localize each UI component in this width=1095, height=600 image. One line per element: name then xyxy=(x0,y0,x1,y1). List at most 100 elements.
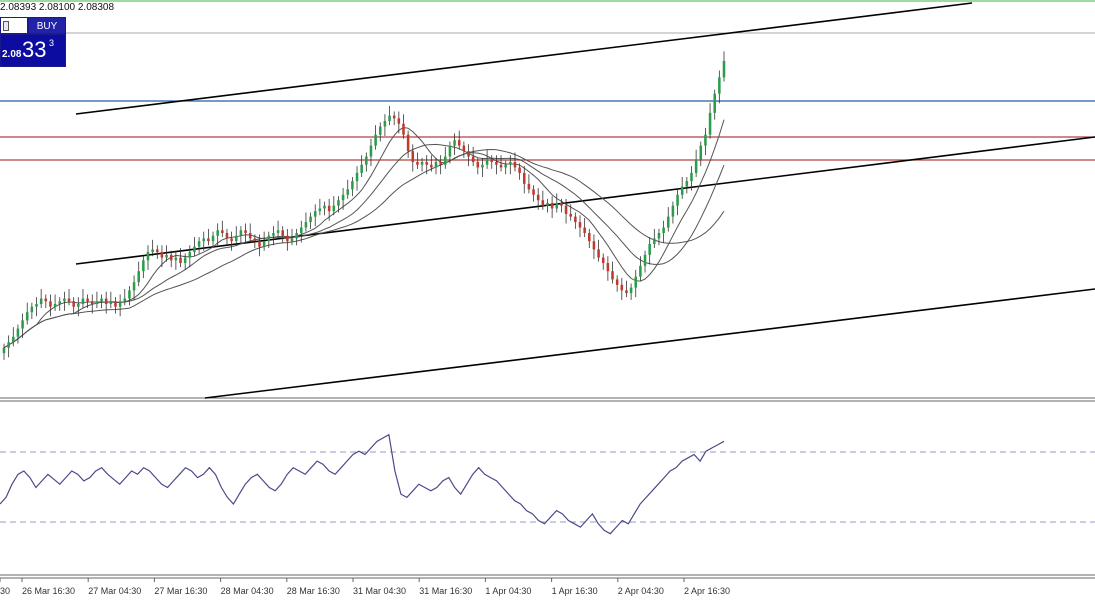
candle-body-bear xyxy=(402,123,405,135)
candle-body-bull xyxy=(680,186,684,195)
candle xyxy=(72,297,75,314)
lot-toggle-icon[interactable] xyxy=(3,21,9,31)
candle xyxy=(281,226,284,243)
candle-body-bull xyxy=(2,347,6,354)
candle-body-bull xyxy=(267,235,271,242)
candle xyxy=(7,335,10,358)
candle-body-bull xyxy=(504,164,507,168)
candle xyxy=(606,256,610,281)
candle xyxy=(467,144,470,167)
candle-body-bull xyxy=(174,257,178,261)
x-tick-label: 27 Mar 04:30 xyxy=(88,586,141,596)
candle xyxy=(16,324,20,344)
candle-body-bull xyxy=(216,230,219,236)
candle xyxy=(485,149,489,169)
candle xyxy=(676,187,679,216)
candle-body-bull xyxy=(685,181,689,187)
x-tick-label: 31 Mar 16:30 xyxy=(419,586,472,596)
candle xyxy=(123,288,127,306)
candle xyxy=(100,294,103,309)
candle-body-bull xyxy=(300,227,303,233)
candle-body-bull xyxy=(142,260,145,272)
channel-lower[interactable] xyxy=(204,288,1095,399)
candle-body-bear xyxy=(281,230,284,236)
candle xyxy=(53,294,57,311)
candle-body-bull xyxy=(365,156,368,165)
candle-body-bull xyxy=(123,298,127,302)
x-tick-label: 28 Mar 04:30 xyxy=(221,586,274,596)
candle-body-bull xyxy=(202,238,206,242)
candle-body-bull xyxy=(639,265,642,277)
channel-upper[interactable] xyxy=(75,2,973,115)
candle xyxy=(406,130,410,158)
candle xyxy=(67,288,71,306)
candle-body-bull xyxy=(193,246,196,253)
candle-body-bull xyxy=(58,301,62,304)
candle-body-bull xyxy=(100,298,103,302)
candle xyxy=(583,217,586,238)
candle xyxy=(183,253,187,270)
one-click-trade-panel[interactable]: BUY 2.08 33 3 xyxy=(0,17,66,67)
candle xyxy=(128,286,131,306)
x-tick-label: 1 Apr 16:30 xyxy=(552,586,598,596)
moving-average-1 xyxy=(3,119,725,349)
candle-body-bull xyxy=(151,249,154,253)
candle xyxy=(532,185,535,202)
candle-body-bull xyxy=(704,134,707,146)
price-chart[interactable]: 30 26 Mar 16:30 27 Mar 04:30 27 Mar 16:30 28… xyxy=(0,0,1095,600)
x-tick-label: 26 Mar 16:30 xyxy=(22,586,75,596)
candle-body-bear xyxy=(439,162,442,165)
price-big-digits: 33 xyxy=(22,37,47,62)
candle-body-bull xyxy=(648,243,651,255)
candle-body-bull xyxy=(165,254,168,258)
candle-body-bull xyxy=(690,172,693,182)
candle-body-bear xyxy=(90,301,94,304)
candle-body-bear xyxy=(425,162,428,165)
candle-body-bull xyxy=(146,252,150,261)
candle-body-bull xyxy=(276,230,280,233)
candle-body-bull xyxy=(629,287,633,294)
candle-body-bull xyxy=(657,233,661,239)
candle-body-bear xyxy=(230,238,233,242)
candle-body-bear xyxy=(476,162,480,168)
candle-body-bear xyxy=(462,145,466,152)
candle xyxy=(188,245,192,268)
candle-body-bull xyxy=(444,156,447,165)
candle xyxy=(304,212,308,232)
candle xyxy=(44,294,48,309)
x-tick-label: 31 Mar 04:30 xyxy=(353,586,406,596)
candle-body-bull xyxy=(12,336,15,343)
candle-body-bear xyxy=(606,263,610,272)
candle xyxy=(462,141,466,158)
candle xyxy=(30,302,34,320)
rsi-indicator xyxy=(0,433,725,535)
candle-body-bull xyxy=(383,121,387,127)
candle-body-bull xyxy=(360,164,363,173)
candle xyxy=(109,291,113,309)
candle xyxy=(588,228,591,249)
candle xyxy=(546,198,549,213)
sell-panel-top[interactable] xyxy=(0,17,28,34)
candle-body-bear xyxy=(592,241,596,250)
candle xyxy=(323,201,326,216)
buy-price-box[interactable]: 2.08 33 3 xyxy=(0,34,66,67)
x-tick-label: 27 Mar 16:30 xyxy=(154,586,207,596)
candle-body-bull xyxy=(81,298,85,304)
candle-body-bull xyxy=(332,205,336,212)
candle xyxy=(137,261,140,287)
candle xyxy=(272,226,275,246)
candle-body-bear xyxy=(499,164,503,168)
candle-body-bear xyxy=(72,301,75,307)
candle xyxy=(132,275,136,300)
candle xyxy=(555,193,559,213)
channel-middle[interactable] xyxy=(75,136,1095,265)
candle-body-bull xyxy=(211,235,215,242)
candle-body-bull xyxy=(304,222,308,228)
buy-button[interactable]: BUY xyxy=(28,17,66,34)
candle xyxy=(25,302,29,325)
candle-body-bear xyxy=(518,167,521,173)
candle-body-bull xyxy=(355,172,359,182)
candle xyxy=(156,245,159,259)
candle xyxy=(611,261,614,284)
candle-body-bear xyxy=(625,290,628,294)
